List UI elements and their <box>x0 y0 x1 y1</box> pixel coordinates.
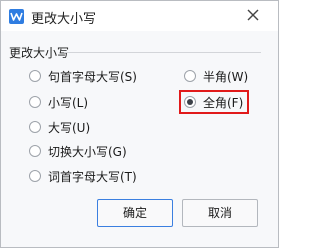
radio-label: 半角(W) <box>203 70 249 84</box>
radio-button[interactable] <box>29 121 41 133</box>
wps-writer-icon <box>9 9 24 24</box>
title-bar: 更改大小写 <box>1 1 278 31</box>
change-case-dialog: 更改大小写 更改大小写 句首字母大写(S) 小写(L) 大写(U) 切换大小写(… <box>0 0 279 248</box>
radio-label: 词首字母大写(T) <box>48 170 137 184</box>
highlight-box <box>179 90 249 114</box>
group-title: 更改大小写 <box>9 46 70 60</box>
radio-button[interactable] <box>29 145 41 157</box>
dialog-title: 更改大小写 <box>31 12 97 27</box>
radio-label: 小写(L) <box>48 96 89 110</box>
group-divider <box>64 52 261 53</box>
cancel-button[interactable]: 取消 <box>182 199 258 227</box>
radio-label: 切换大小写(G) <box>48 145 127 159</box>
radio-button[interactable] <box>29 96 41 108</box>
radio-button[interactable] <box>29 70 41 82</box>
ok-button[interactable]: 确定 <box>97 199 173 227</box>
radio-button[interactable] <box>184 70 196 82</box>
radio-label: 大写(U) <box>48 121 91 135</box>
close-icon[interactable] <box>245 7 261 23</box>
radio-label: 句首字母大写(S) <box>48 70 137 84</box>
radio-button[interactable] <box>29 170 41 182</box>
